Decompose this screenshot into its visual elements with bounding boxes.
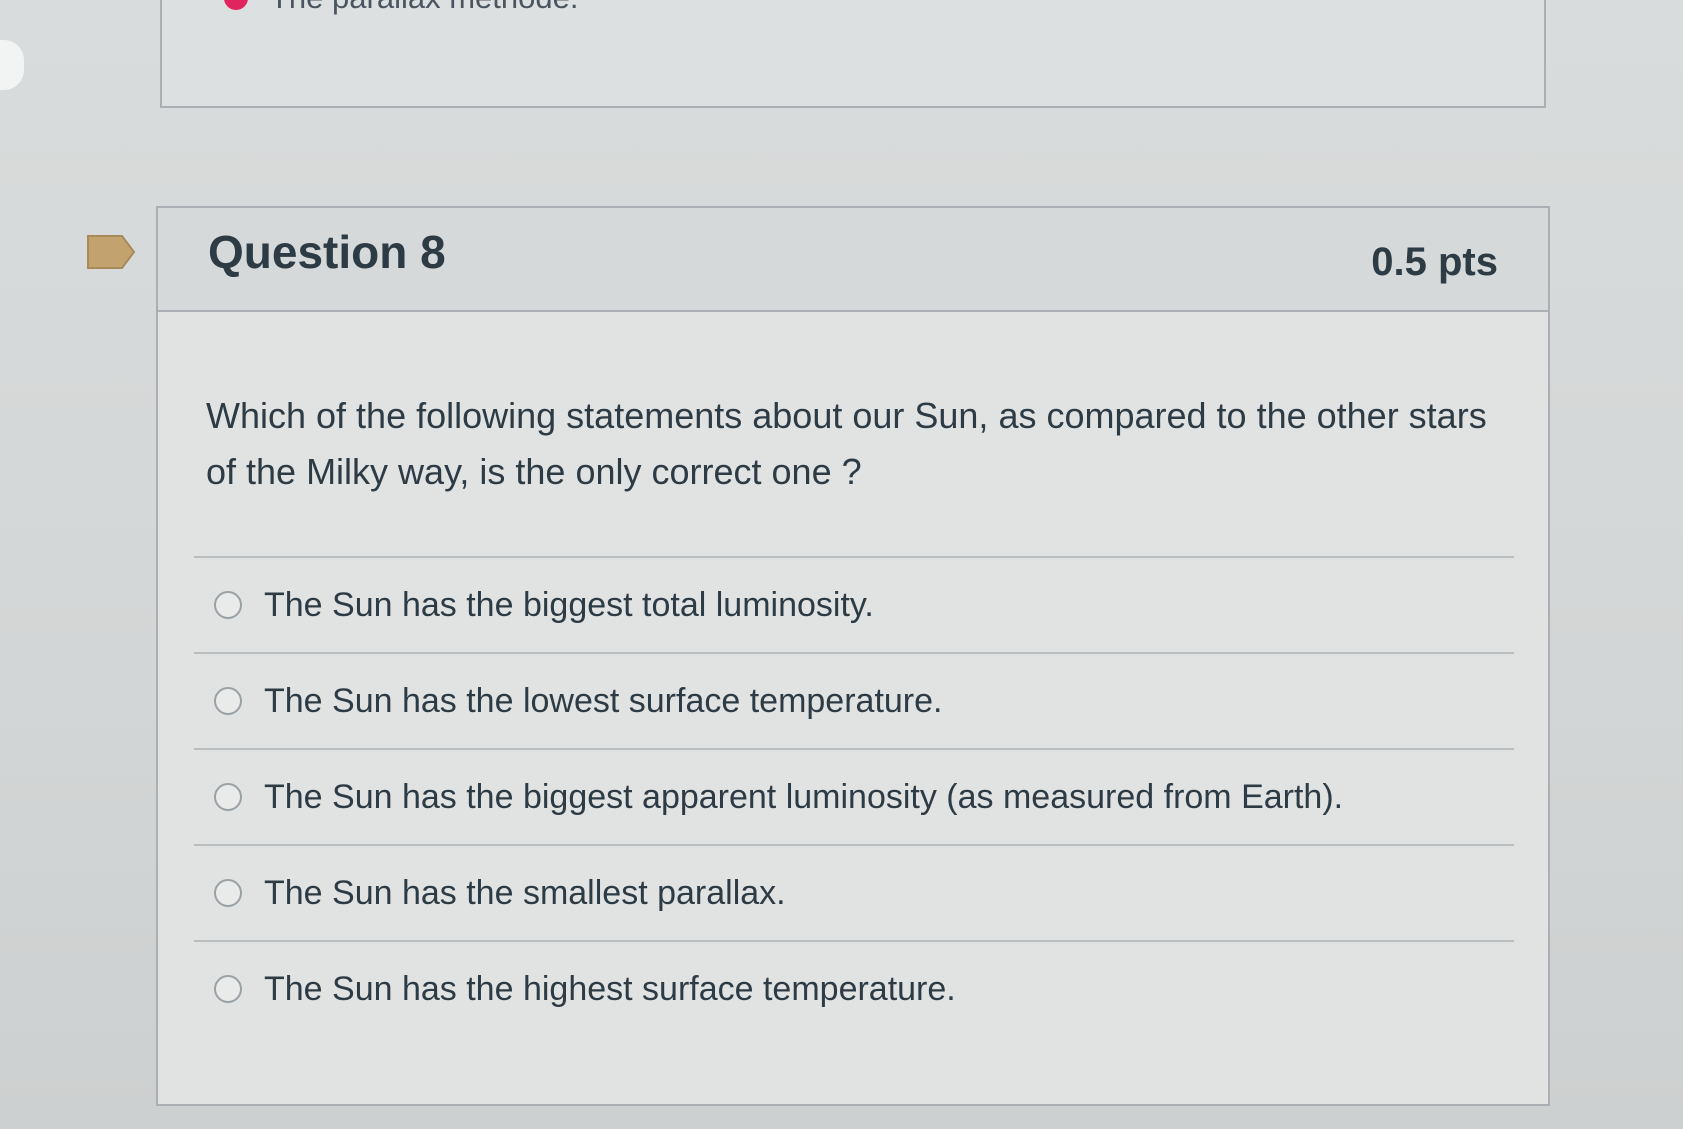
- question-header: Question 8 0.5 pts: [158, 208, 1548, 312]
- answer-option[interactable]: The Sun has the lowest surface temperatu…: [194, 652, 1514, 748]
- question-points: 0.5 pts: [1371, 239, 1498, 284]
- answer-option[interactable]: The Sun has the highest surface temperat…: [194, 940, 1514, 1036]
- question-card: Question 8 0.5 pts Which of the followin…: [156, 206, 1550, 1106]
- answer-option[interactable]: The Sun has the smallest parallax.: [194, 844, 1514, 940]
- answer-option[interactable]: The Sun has the biggest apparent luminos…: [194, 748, 1514, 844]
- previous-selected-answer[interactable]: The parallax methode.: [224, 0, 578, 13]
- radio-button[interactable]: [214, 975, 242, 1003]
- answer-label: The Sun has the biggest total luminosity…: [264, 585, 874, 624]
- answer-label: The Sun has the highest surface temperat…: [264, 969, 956, 1008]
- answer-label: The Sun has the lowest surface temperatu…: [264, 681, 943, 720]
- answer-option[interactable]: The Sun has the biggest total luminosity…: [194, 556, 1514, 652]
- answer-list: The Sun has the biggest total luminosity…: [194, 556, 1514, 1036]
- question-flag-icon[interactable]: [86, 234, 136, 270]
- window-edge: [0, 40, 24, 90]
- radio-button[interactable]: [214, 879, 242, 907]
- selected-radio-icon[interactable]: [224, 0, 248, 10]
- radio-button[interactable]: [214, 783, 242, 811]
- radio-button[interactable]: [214, 591, 242, 619]
- radio-button[interactable]: [214, 687, 242, 715]
- previous-question-card: The parallax methode.: [160, 0, 1546, 108]
- question-title: Question 8: [208, 226, 446, 278]
- answer-label: The Sun has the biggest apparent luminos…: [264, 777, 1344, 816]
- previous-answer-label: The parallax methode.: [270, 0, 578, 13]
- question-text: Which of the following statements about …: [206, 395, 1487, 492]
- answer-label: The Sun has the smallest parallax.: [264, 873, 786, 912]
